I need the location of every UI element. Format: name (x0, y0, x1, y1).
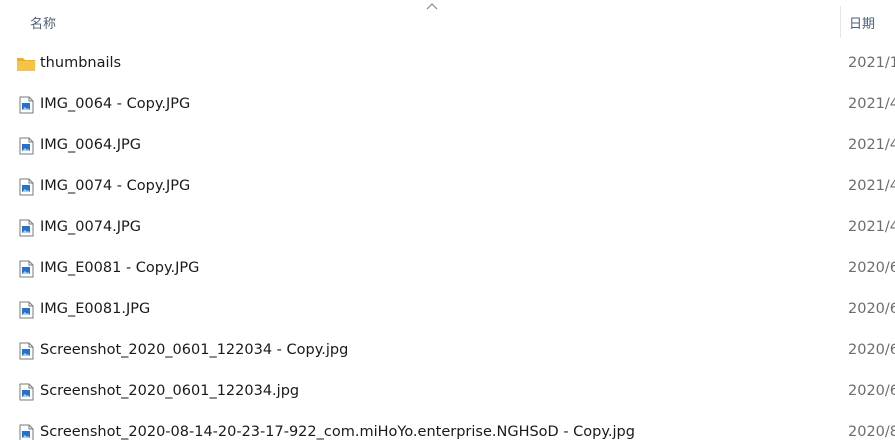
date-column-header[interactable]: 日期 (849, 13, 875, 32)
folder-row[interactable]: thumbnails 2021/1 (0, 44, 895, 85)
file-list: thumbnails 2021/1 IMG_0064 - Copy.JPG 2021/… (0, 44, 895, 440)
file-name: Screenshot_2020-08-14-20-23-17-922_com.m… (40, 424, 635, 440)
file-row[interactable]: IMG_0074.JPG 2021/4 (0, 208, 895, 249)
file-row[interactable]: IMG_0064.JPG 2021/4 (0, 126, 895, 167)
column-header: 名称 日期 (0, 0, 895, 44)
file-date: 2020/6 (848, 383, 895, 399)
file-date: 2020/6 (848, 301, 895, 317)
name-column-header[interactable]: 名称 (30, 13, 56, 32)
column-divider[interactable] (840, 6, 841, 38)
image-file-icon (16, 424, 36, 440)
file-name: thumbnails (40, 55, 122, 71)
file-date: 2021/4 (848, 178, 895, 194)
file-row[interactable]: Screenshot_2020_0601_122034.jpg 2020/6 (0, 372, 895, 413)
file-row[interactable]: IMG_E0081.JPG 2020/6 (0, 290, 895, 331)
image-file-icon (16, 301, 36, 319)
file-row[interactable]: Screenshot_2020_0601_122034 - Copy.jpg 20… (0, 331, 895, 372)
file-row[interactable]: IMG_E0081 - Copy.JPG 2020/6 (0, 249, 895, 290)
file-date: 2020/8 (848, 424, 895, 440)
file-name: IMG_0074 - Copy.JPG (40, 178, 191, 194)
file-name: Screenshot_2020_0601_122034.jpg (40, 383, 300, 399)
file-date: 2020/6 (848, 342, 895, 358)
file-row[interactable]: Screenshot_2020-08-14-20-23-17-922_com.m… (0, 413, 895, 440)
file-date: 2021/4 (848, 219, 895, 235)
file-name: IMG_E0081 - Copy.JPG (40, 260, 200, 276)
image-file-icon (16, 260, 36, 278)
image-file-icon (16, 178, 36, 196)
sort-ascending-icon[interactable] (425, 0, 439, 14)
file-name: IMG_0064.JPG (40, 137, 142, 153)
image-file-icon (16, 96, 36, 114)
image-file-icon (16, 383, 36, 401)
file-date: 2021/1 (848, 55, 895, 71)
image-file-icon (16, 219, 36, 237)
image-file-icon (16, 137, 36, 155)
file-explorer-window: 名称 日期 thumbnails 2021/1 IMG_0064 - Copy.JP… (0, 0, 895, 440)
file-name: Screenshot_2020_0601_122034 - Copy.jpg (40, 342, 349, 358)
file-name: IMG_E0081.JPG (40, 301, 151, 317)
file-name: IMG_0064 - Copy.JPG (40, 96, 191, 112)
file-row[interactable]: IMG_0064 - Copy.JPG 2021/4 (0, 85, 895, 126)
file-date: 2021/4 (848, 137, 895, 153)
file-date: 2021/4 (848, 96, 895, 112)
folder-icon (16, 55, 36, 73)
file-row[interactable]: IMG_0074 - Copy.JPG 2021/4 (0, 167, 895, 208)
image-file-icon (16, 342, 36, 360)
file-name: IMG_0074.JPG (40, 219, 142, 235)
file-date: 2020/6 (848, 260, 895, 276)
